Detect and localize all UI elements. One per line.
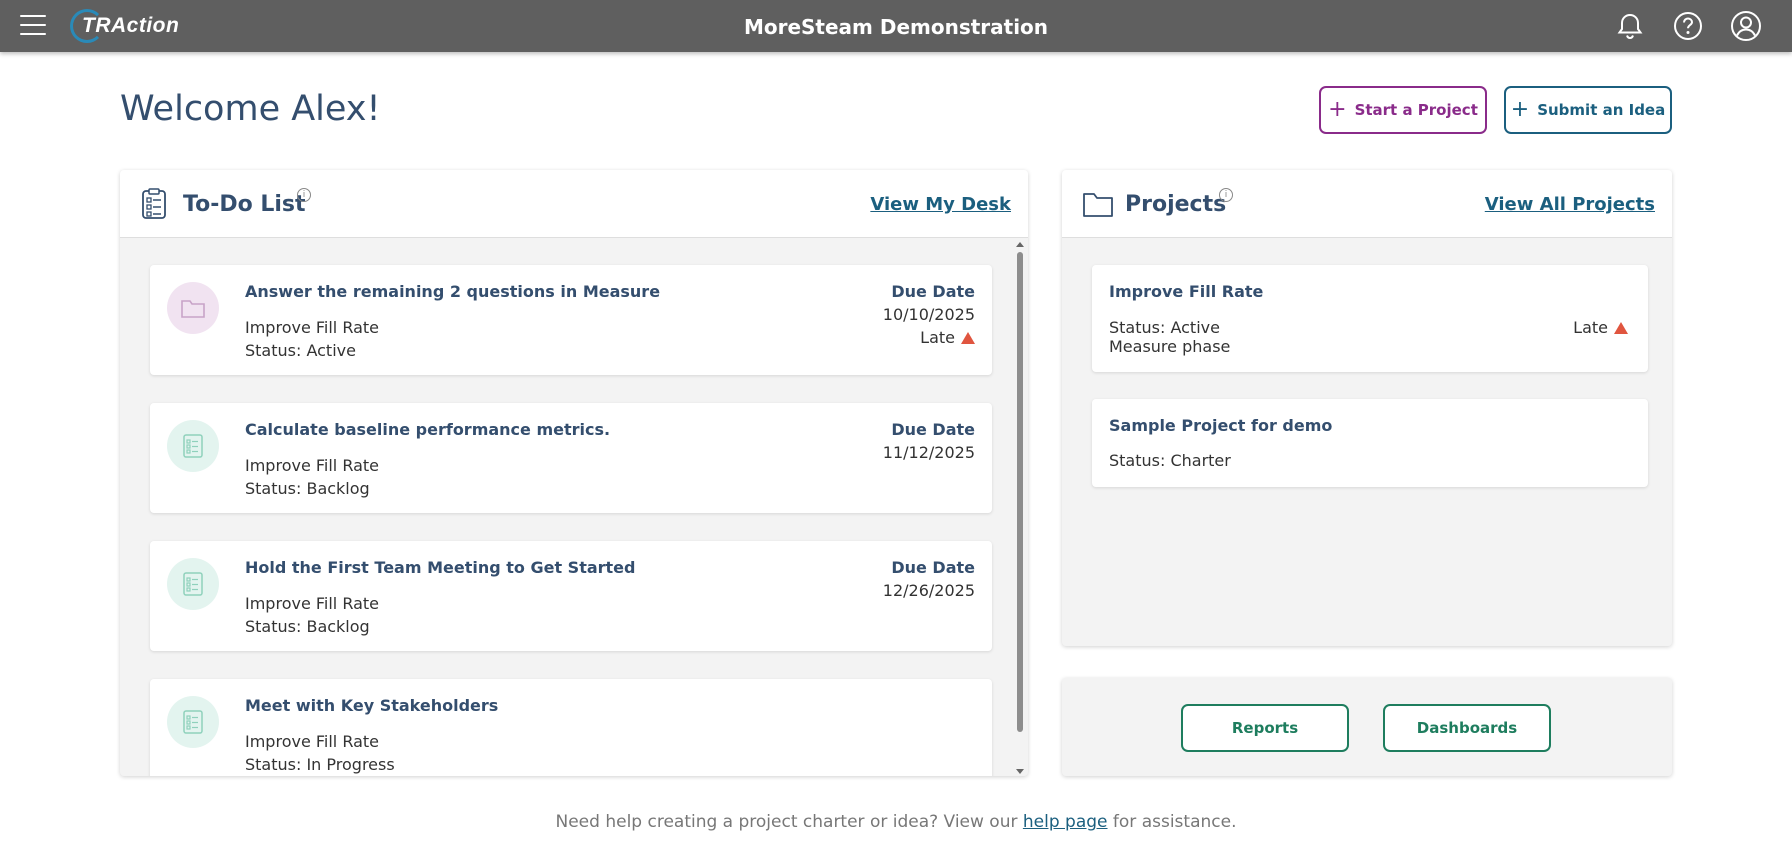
todo-panel: To-Do List i View My Desk Answer the rem… bbox=[120, 170, 1028, 776]
bell-icon[interactable] bbox=[1614, 10, 1646, 42]
scroll-thumb[interactable] bbox=[1017, 252, 1023, 732]
traction-logo[interactable]: TRAction bbox=[70, 8, 179, 44]
project-title[interactable]: Sample Project for demo bbox=[1109, 416, 1332, 435]
scroll-up-arrow[interactable] bbox=[1016, 242, 1024, 247]
checklist-icon bbox=[167, 558, 219, 610]
todo-title: To-Do List bbox=[183, 192, 306, 217]
checklist-icon bbox=[167, 696, 219, 748]
todo-item-status: Status: Backlog bbox=[245, 479, 370, 498]
folder-icon bbox=[167, 282, 219, 334]
projects-panel-header: Projects i View All Projects bbox=[1062, 170, 1672, 238]
view-all-projects-link[interactable]: View All Projects bbox=[1485, 194, 1655, 215]
projects-panel: Projects i View All Projects Improve Fil… bbox=[1062, 170, 1672, 646]
checklist-icon bbox=[140, 188, 168, 224]
start-project-label: Start a Project bbox=[1354, 101, 1478, 119]
due-date-label: Due Date bbox=[891, 558, 975, 577]
scroll-down-arrow[interactable] bbox=[1016, 769, 1024, 774]
warning-triangle-icon bbox=[961, 331, 975, 344]
footer-text-after: for assistance. bbox=[1107, 812, 1237, 832]
plus-icon: + bbox=[1328, 97, 1347, 122]
late-label: Late bbox=[920, 328, 955, 347]
info-icon[interactable]: i bbox=[1219, 188, 1233, 202]
app-title: MoreSteam Demonstration bbox=[743, 15, 1049, 39]
todo-item[interactable]: Calculate baseline performance metrics. … bbox=[150, 403, 992, 513]
project-card[interactable]: Improve Fill Rate Status: Active Measure… bbox=[1092, 265, 1648, 372]
todo-item-project: Improve Fill Rate bbox=[245, 456, 380, 475]
project-card[interactable]: Sample Project for demo Status: Charter bbox=[1092, 399, 1648, 487]
plus-icon: + bbox=[1510, 97, 1530, 122]
footer-text-before: Need help creating a project charter or … bbox=[555, 812, 1023, 832]
view-my-desk-link[interactable]: View My Desk bbox=[870, 194, 1011, 215]
checklist-icon bbox=[167, 420, 219, 472]
help-page-link[interactable]: help page bbox=[1023, 812, 1108, 832]
due-date-label: Due Date bbox=[891, 282, 975, 301]
todo-item[interactable]: Hold the First Team Meeting to Get Start… bbox=[150, 541, 992, 651]
todo-item[interactable]: Answer the remaining 2 questions in Meas… bbox=[150, 265, 992, 375]
reports-button[interactable]: Reports bbox=[1181, 704, 1349, 752]
menu-icon[interactable] bbox=[20, 15, 46, 37]
due-date-label: Due Date bbox=[891, 420, 975, 439]
reports-panel: Reports Dashboards bbox=[1062, 678, 1672, 776]
todo-item-status: Status: Active bbox=[245, 341, 356, 360]
help-footer: Need help creating a project charter or … bbox=[0, 812, 1792, 832]
todo-item-project: Improve Fill Rate bbox=[245, 732, 380, 751]
due-date-value: 12/26/2025 bbox=[882, 581, 975, 600]
todo-item-title[interactable]: Hold the First Team Meeting to Get Start… bbox=[245, 558, 635, 577]
todo-scrollbar[interactable] bbox=[1012, 240, 1028, 776]
late-indicator: Late bbox=[920, 328, 975, 347]
logo-text: TRAction bbox=[82, 14, 180, 37]
projects-title: Projects bbox=[1125, 192, 1227, 217]
todo-item-project: Improve Fill Rate bbox=[245, 318, 380, 337]
todo-item-title[interactable]: Answer the remaining 2 questions in Meas… bbox=[245, 282, 660, 301]
dashboards-button[interactable]: Dashboards bbox=[1383, 704, 1551, 752]
submit-idea-label: Submit an Idea bbox=[1537, 101, 1666, 119]
late-indicator: Late bbox=[1573, 318, 1628, 337]
project-phase: Measure phase bbox=[1109, 337, 1231, 356]
submit-idea-button[interactable]: + Submit an Idea bbox=[1504, 86, 1672, 134]
todo-panel-header: To-Do List i View My Desk bbox=[120, 170, 1028, 238]
todo-item-title[interactable]: Meet with Key Stakeholders bbox=[245, 696, 498, 715]
project-status: Status: Charter bbox=[1109, 451, 1231, 470]
late-label: Late bbox=[1573, 318, 1608, 337]
help-icon[interactable] bbox=[1672, 10, 1704, 42]
project-status: Status: Active bbox=[1109, 318, 1220, 337]
todo-item-title[interactable]: Calculate baseline performance metrics. bbox=[245, 420, 610, 439]
folder-icon bbox=[1082, 190, 1114, 222]
top-bar: TRAction MoreSteam Demonstration bbox=[0, 0, 1792, 52]
welcome-heading: Welcome Alex! bbox=[120, 89, 381, 129]
todo-item-status: Status: In Progress bbox=[245, 755, 395, 774]
project-title[interactable]: Improve Fill Rate bbox=[1109, 282, 1263, 301]
info-icon[interactable]: i bbox=[297, 188, 311, 202]
warning-triangle-icon bbox=[1614, 321, 1628, 334]
todo-item-project: Improve Fill Rate bbox=[245, 594, 380, 613]
todo-item-status: Status: Backlog bbox=[245, 617, 370, 636]
start-project-button[interactable]: + Start a Project bbox=[1319, 86, 1487, 134]
todo-item[interactable]: Meet with Key Stakeholders Improve Fill … bbox=[150, 679, 992, 776]
due-date-value: 11/12/2025 bbox=[882, 443, 975, 462]
due-date-value: 10/10/2025 bbox=[882, 305, 975, 324]
user-profile-icon[interactable] bbox=[1730, 10, 1762, 42]
